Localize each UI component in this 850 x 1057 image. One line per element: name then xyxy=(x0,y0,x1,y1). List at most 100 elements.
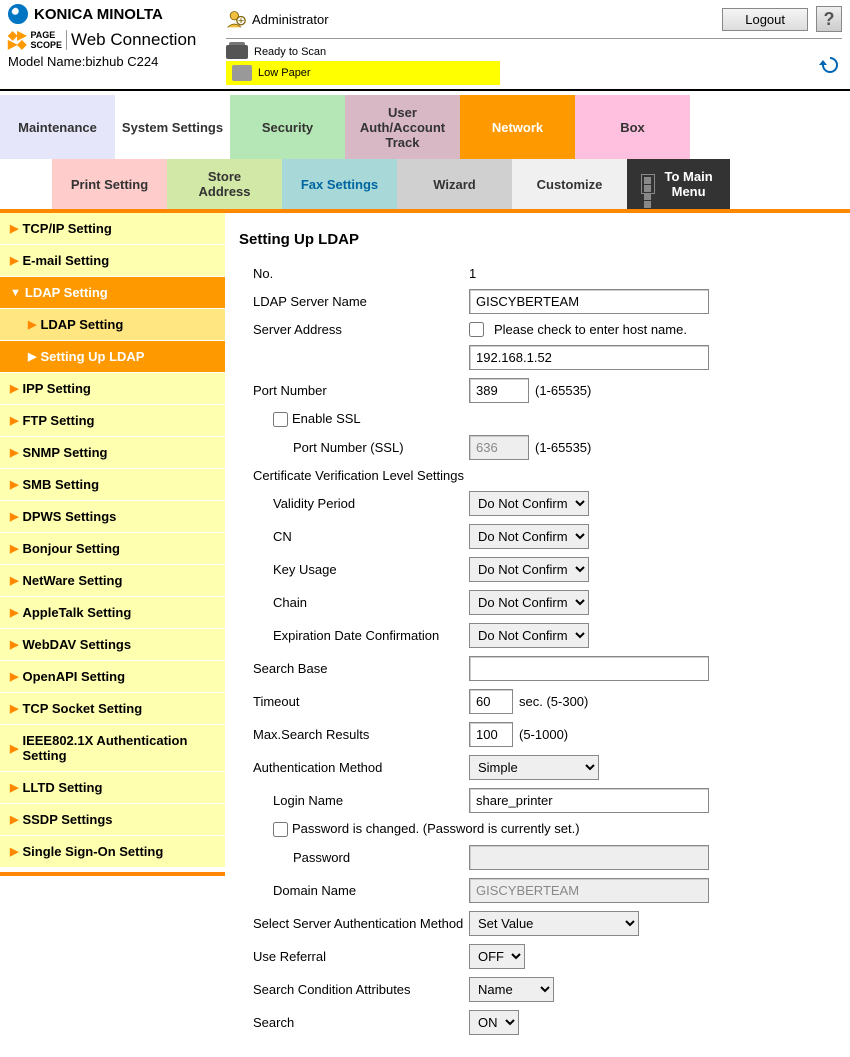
sidebar-item-sso[interactable]: ▶Single Sign-On Setting xyxy=(0,836,225,868)
arrow-right-icon: ▶ xyxy=(10,542,18,555)
sidebar-item-smb[interactable]: ▶SMB Setting xyxy=(0,469,225,501)
main-tabs: Maintenance System Settings Security Use… xyxy=(0,95,850,159)
serveraddr-input[interactable] xyxy=(469,345,709,370)
sidebar-sub-setting-up-ldap[interactable]: ▶Setting Up LDAP xyxy=(0,341,225,373)
password-label: Password xyxy=(239,850,469,865)
referral-select[interactable]: OFF xyxy=(469,944,525,969)
sidebar-item-ipp[interactable]: ▶IPP Setting xyxy=(0,373,225,405)
port-label: Port Number xyxy=(239,383,469,398)
authmethod-label: Authentication Method xyxy=(239,760,469,775)
arrow-right-icon: ▶ xyxy=(10,742,18,755)
sidebar-item-email[interactable]: ▶E-mail Setting xyxy=(0,245,225,277)
searchcond-label: Search Condition Attributes xyxy=(239,982,469,997)
sidebar-item-snmp[interactable]: ▶SNMP Setting xyxy=(0,437,225,469)
referral-label: Use Referral xyxy=(239,949,469,964)
admin-row: Administrator Logout ? xyxy=(226,4,842,39)
chain-select[interactable]: Do Not Confirm xyxy=(469,590,589,615)
loginname-input[interactable] xyxy=(469,788,709,813)
sidebar-item-ftp[interactable]: ▶FTP Setting xyxy=(0,405,225,437)
tab-fax-settings[interactable]: Fax Settings xyxy=(282,159,397,209)
sidebar-item-netware[interactable]: ▶NetWare Setting xyxy=(0,565,225,597)
validity-select[interactable]: Do Not Confirm xyxy=(469,491,589,516)
arrow-right-icon: ▶ xyxy=(28,350,36,363)
timeout-input[interactable] xyxy=(469,689,513,714)
port-input[interactable] xyxy=(469,378,529,403)
cn-select[interactable]: Do Not Confirm xyxy=(469,524,589,549)
search-select[interactable]: ON xyxy=(469,1010,519,1035)
sidebar-item-ldap[interactable]: ▼LDAP Setting xyxy=(0,277,225,309)
maxresults-label: Max.Search Results xyxy=(239,727,469,742)
maxresults-input[interactable] xyxy=(469,722,513,747)
sidebar-item-ieee[interactable]: ▶IEEE802.1X Authentication Setting xyxy=(0,725,225,772)
expdate-label: Expiration Date Confirmation xyxy=(239,628,469,643)
main-content: Setting Up LDAP No.1 LDAP Server Name Se… xyxy=(225,213,850,1057)
tab-print-setting[interactable]: Print Setting xyxy=(52,159,167,209)
authmethod-select[interactable]: Simple xyxy=(469,755,599,780)
printer-icon xyxy=(232,65,252,81)
sidebar-item-tcpip[interactable]: ▶TCP/IP Setting xyxy=(0,213,225,245)
searchcond-select[interactable]: Name xyxy=(469,977,554,1002)
logo-area: KONICA MINOLTA ◆▶▶◆ PAGESCOPE Web Connec… xyxy=(8,4,226,85)
status-ready: Ready to Scan xyxy=(226,45,500,59)
tab-wizard[interactable]: Wizard xyxy=(397,159,512,209)
refresh-icon xyxy=(818,53,842,77)
pwchanged-checkbox[interactable] xyxy=(273,822,288,837)
brand-text: KONICA MINOLTA xyxy=(34,6,163,23)
brand-logo-icon xyxy=(8,4,28,24)
arrow-right-icon: ▶ xyxy=(10,670,18,683)
sidebar-item-openapi[interactable]: ▶OpenAPI Setting xyxy=(0,661,225,693)
servername-label: LDAP Server Name xyxy=(239,294,469,309)
expdate-select[interactable]: Do Not Confirm xyxy=(469,623,589,648)
servername-input[interactable] xyxy=(469,289,709,314)
sidebar-item-ssdp[interactable]: ▶SSDP Settings xyxy=(0,804,225,836)
tab-store-address[interactable]: Store Address xyxy=(167,159,282,209)
tab-maintenance[interactable]: Maintenance xyxy=(0,95,115,159)
brand-logo: KONICA MINOLTA xyxy=(8,4,226,24)
password-input[interactable] xyxy=(469,845,709,870)
tab-to-main-menu[interactable]: To Main Menu xyxy=(627,159,730,209)
help-button[interactable]: ? xyxy=(816,6,842,32)
sub-tabs: Print Setting Store Address Fax Settings… xyxy=(52,159,850,209)
arrow-right-icon: ▶ xyxy=(10,781,18,794)
tab-security[interactable]: Security xyxy=(230,95,345,159)
domain-input[interactable] xyxy=(469,878,709,903)
pagescope-icon: ◆▶▶◆ xyxy=(8,31,26,49)
refresh-button[interactable] xyxy=(818,53,842,77)
tab-user-auth[interactable]: User Auth/Account Track xyxy=(345,95,460,159)
tab-customize[interactable]: Customize xyxy=(512,159,627,209)
sidebar-item-dpws[interactable]: ▶DPWS Settings xyxy=(0,501,225,533)
pagescope-logo: ◆▶▶◆ PAGESCOPE Web Connection xyxy=(8,30,226,50)
scanner-icon xyxy=(226,45,248,59)
hostname-check-label: Please check to enter host name. xyxy=(494,322,687,337)
searchbase-input[interactable] xyxy=(469,656,709,681)
sidebar-item-bonjour[interactable]: ▶Bonjour Setting xyxy=(0,533,225,565)
keyusage-select[interactable]: Do Not Confirm xyxy=(469,557,589,582)
tab-box[interactable]: Box xyxy=(575,95,690,159)
arrow-right-icon: ▶ xyxy=(10,574,18,587)
arrow-right-icon: ▶ xyxy=(10,845,18,858)
sidebar-sub-ldap-setting[interactable]: ▶LDAP Setting xyxy=(0,309,225,341)
maxresults-hint: (5-1000) xyxy=(519,727,568,742)
arrow-right-icon: ▶ xyxy=(10,414,18,427)
sidebar-item-lltd[interactable]: ▶LLTD Setting xyxy=(0,772,225,804)
logout-button[interactable]: Logout xyxy=(722,8,808,31)
header: KONICA MINOLTA ◆▶▶◆ PAGESCOPE Web Connec… xyxy=(0,0,850,91)
sidebar-item-tcpsocket[interactable]: ▶TCP Socket Setting xyxy=(0,693,225,725)
pagescope-small: PAGESCOPE xyxy=(30,30,67,50)
sidebar-item-webdav[interactable]: ▶WebDAV Settings xyxy=(0,629,225,661)
page-title: Setting Up LDAP xyxy=(239,231,836,248)
header-right: Administrator Logout ? Ready to Scan Low… xyxy=(226,4,842,85)
arrow-right-icon: ▶ xyxy=(10,510,18,523)
ssl-checkbox[interactable] xyxy=(273,412,288,427)
certlevel-label: Certificate Verification Level Settings xyxy=(239,464,836,487)
tab-network[interactable]: Network xyxy=(460,95,575,159)
sslport-label: Port Number (SSL) xyxy=(239,440,469,455)
sidebar-item-appletalk[interactable]: ▶AppleTalk Setting xyxy=(0,597,225,629)
status-row: Ready to Scan Low Paper xyxy=(226,45,842,85)
selectauth-select[interactable]: Set Value xyxy=(469,911,639,936)
hostname-checkbox[interactable] xyxy=(469,322,484,337)
arrow-down-icon: ▼ xyxy=(10,287,21,299)
sslport-input[interactable] xyxy=(469,435,529,460)
user-icon xyxy=(226,9,246,29)
tab-system-settings[interactable]: System Settings xyxy=(115,95,230,159)
